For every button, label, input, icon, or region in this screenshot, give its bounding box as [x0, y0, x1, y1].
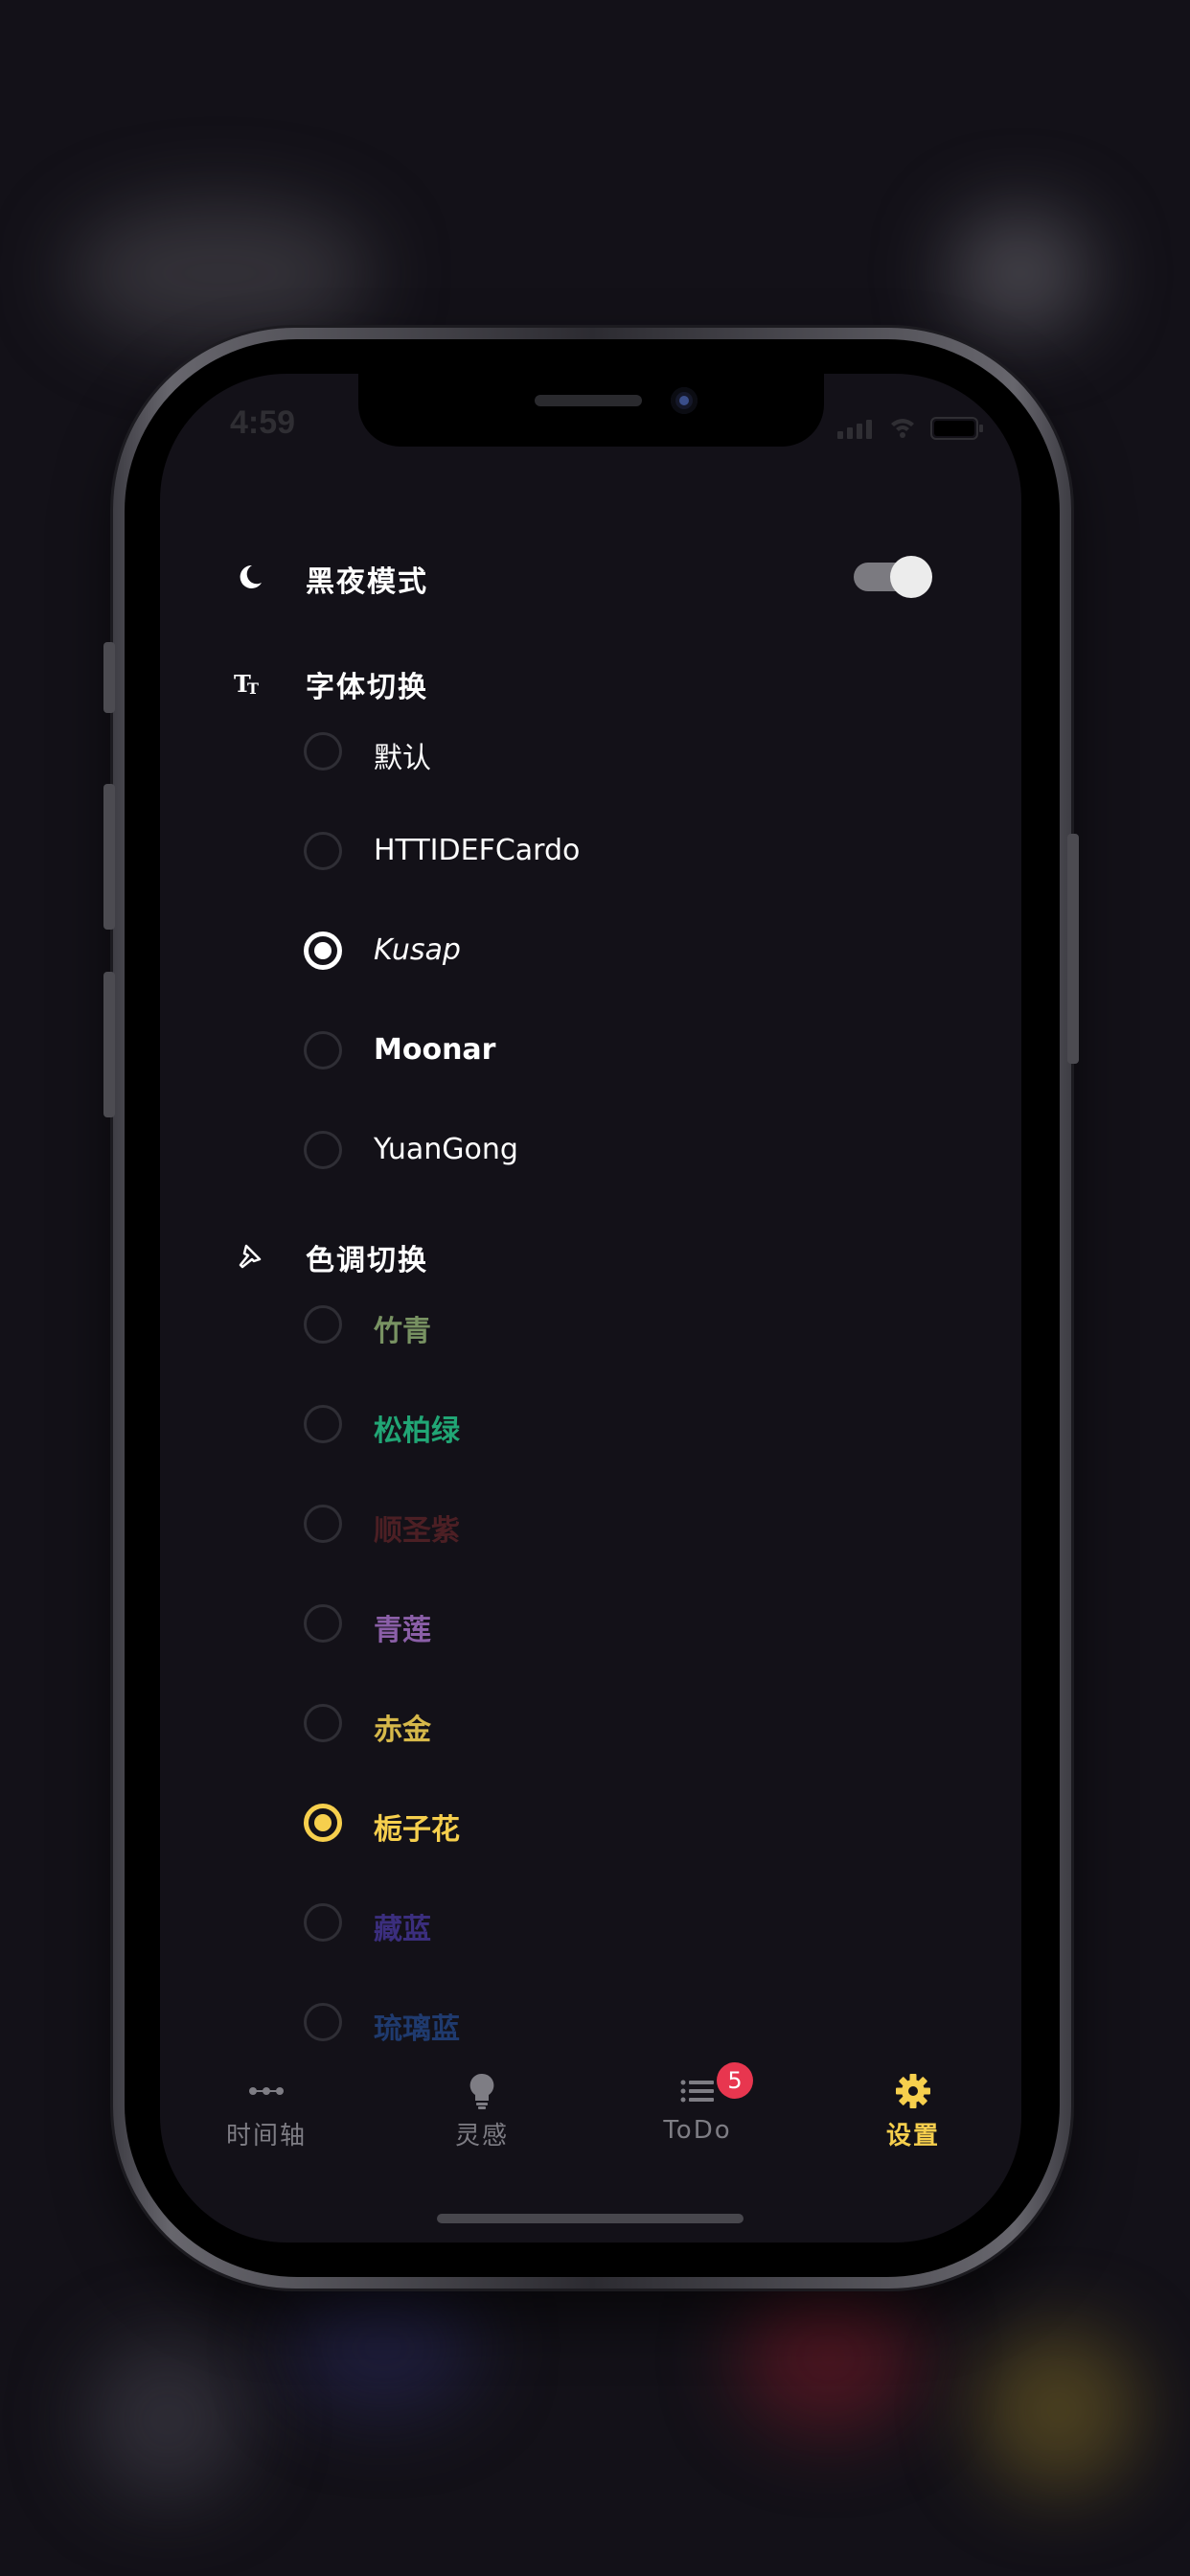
volume-up-button [103, 784, 115, 930]
color-option[interactable]: 竹青 [160, 1290, 1021, 1357]
svg-text:T: T [247, 679, 259, 698]
font-option-label: 默认 [374, 742, 431, 775]
power-button [1067, 834, 1079, 1064]
background-glow [977, 2329, 1140, 2492]
radio-button[interactable] [304, 832, 342, 870]
color-option[interactable]: 青莲 [160, 1589, 1021, 1656]
font-option-label: Kusap [374, 933, 461, 967]
background-glow [86, 2338, 249, 2501]
radio-button[interactable] [304, 1305, 342, 1344]
color-option[interactable]: 藏蓝 [160, 1888, 1021, 1955]
font-option[interactable]: 默认 [160, 717, 1021, 784]
tab-timeline[interactable]: 时间轴 [199, 2072, 333, 2168]
timeline-icon [249, 2087, 284, 2095]
radio-button[interactable] [304, 1405, 342, 1443]
background-glow [287, 2281, 479, 2415]
background-glow [738, 2281, 920, 2434]
radio-button[interactable] [304, 2003, 342, 2041]
font-option[interactable]: HTTIDEFCardo [160, 816, 1021, 884]
status-icons [835, 412, 989, 441]
lightbulb-icon [469, 2073, 494, 2109]
color-option-label: 栀子花 [374, 1813, 460, 1847]
speaker-grille [535, 395, 642, 406]
radio-button[interactable] [304, 1604, 342, 1643]
radio-button[interactable] [304, 1031, 342, 1070]
home-indicator[interactable] [437, 2214, 744, 2223]
tab-todo[interactable]: ToDo 5 [630, 2062, 765, 2168]
gear-icon [896, 2074, 930, 2108]
font-section-header: T T 字体切换 [160, 654, 1021, 711]
font-option-label: HTTIDEFCardo [374, 834, 581, 867]
radio-button-selected[interactable] [304, 1804, 342, 1842]
font-option-label: Moonar [374, 1033, 496, 1067]
radio-button[interactable] [304, 1131, 342, 1169]
font-option[interactable]: Moonar [160, 1016, 1021, 1083]
font-option[interactable]: YuanGong [160, 1116, 1021, 1183]
color-option[interactable]: 赤金 [160, 1689, 1021, 1756]
background-glow [67, 201, 374, 345]
color-option-label: 琉璃蓝 [374, 2012, 460, 2046]
color-option[interactable]: 琉璃蓝 [160, 1988, 1021, 2055]
color-option-label: 松柏绿 [374, 1414, 460, 1448]
dark-mode-toggle[interactable] [854, 554, 932, 598]
background-glow [949, 211, 1092, 335]
color-option-label: 青莲 [374, 1614, 431, 1647]
color-option[interactable]: 松柏绿 [160, 1390, 1021, 1457]
tab-inspiration[interactable]: 灵感 [415, 2072, 549, 2168]
color-section-header: 色调切换 [160, 1227, 1021, 1284]
radio-button[interactable] [304, 1704, 342, 1742]
signal-wifi-battery-icon [837, 417, 983, 440]
front-camera [671, 387, 698, 414]
status-time: 4:59 [230, 404, 296, 441]
toggle-knob [890, 556, 932, 598]
mute-switch [103, 642, 115, 713]
font-section-label: 字体切换 [306, 671, 428, 704]
radio-button[interactable] [304, 1903, 342, 1942]
color-option-label: 赤金 [374, 1714, 431, 1747]
tab-label: 灵感 [454, 2122, 509, 2150]
list-icon [680, 2080, 714, 2103]
dark-mode-row: 黑夜模式 [160, 548, 1021, 606]
color-option-label: 顺圣紫 [374, 1514, 460, 1548]
font-option[interactable]: Kusap [160, 916, 1021, 983]
tab-settings[interactable]: 设置 [846, 2072, 980, 2168]
color-section-label: 色调切换 [306, 1244, 428, 1277]
tab-label: ToDo [663, 2116, 732, 2145]
tab-label: 时间轴 [225, 2122, 307, 2150]
radio-button-selected[interactable] [304, 932, 342, 970]
radio-button[interactable] [304, 732, 342, 770]
color-option-label: 竹青 [374, 1315, 431, 1348]
color-option[interactable]: 栀子花 [160, 1788, 1021, 1855]
color-option[interactable]: 顺圣紫 [160, 1489, 1021, 1556]
pin-icon [233, 1238, 267, 1273]
font-size-icon: T T [233, 665, 267, 700]
dark-mode-label: 黑夜模式 [306, 565, 428, 599]
notch [358, 374, 824, 447]
volume-down-button [103, 972, 115, 1117]
color-option-label: 藏蓝 [374, 1913, 431, 1946]
radio-button[interactable] [304, 1505, 342, 1543]
font-option-label: YuanGong [374, 1133, 518, 1166]
todo-count-badge: 5 [717, 2062, 753, 2099]
moon-icon [233, 560, 267, 594]
tab-label: 设置 [885, 2122, 940, 2150]
